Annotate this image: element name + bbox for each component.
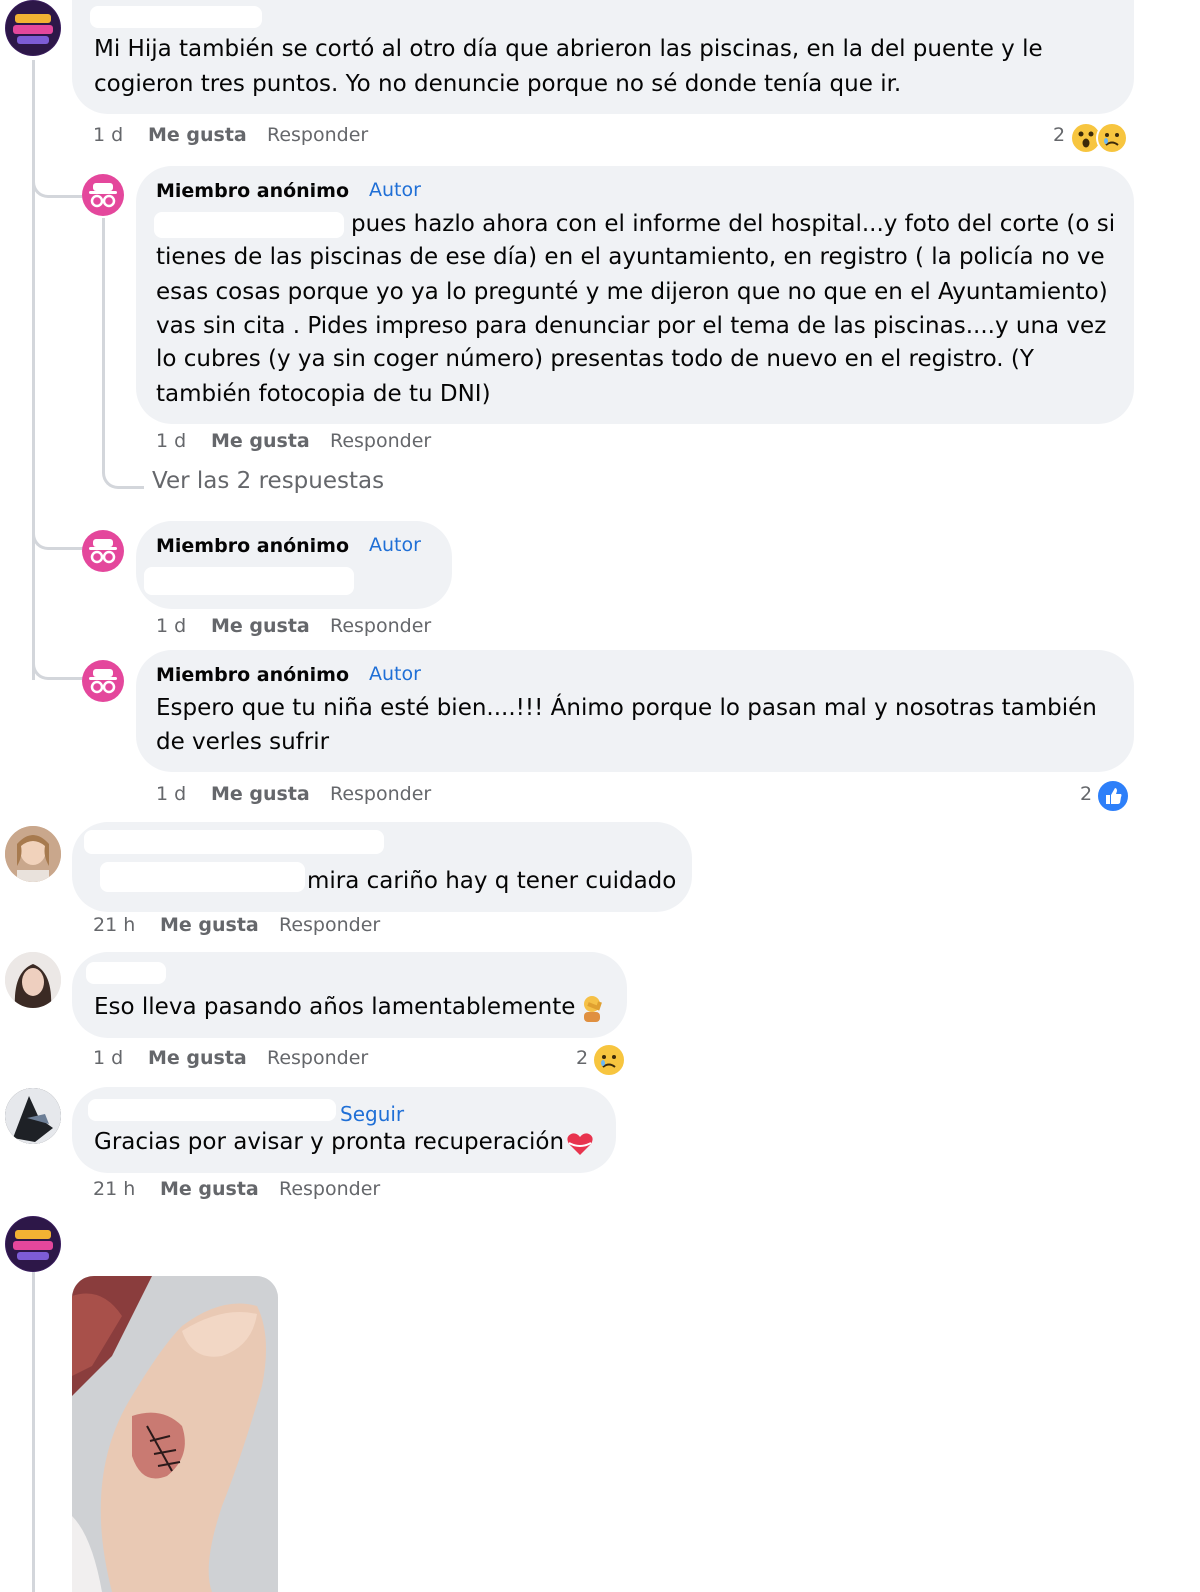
heart-emoji	[566, 1131, 594, 1157]
like-button[interactable]: Me gusta	[211, 430, 310, 452]
group-avatar[interactable]	[5, 1216, 61, 1272]
incognito-icon	[89, 183, 117, 208]
attached-photo[interactable]	[72, 1276, 278, 1592]
reply-text: pues hazlo ahora con el informe del hosp…	[351, 211, 1116, 237]
comment-text: Mi Hija también se cortó al otro día que…	[94, 36, 1043, 62]
thread-line-last	[32, 1272, 35, 1592]
user-avatar[interactable]	[5, 826, 61, 882]
redacted-name	[84, 830, 384, 854]
comment-time[interactable]: 1 d	[156, 615, 186, 637]
reaction-count[interactable]: 2	[1080, 783, 1092, 805]
redacted-name	[88, 1099, 336, 1121]
reply-button[interactable]: Responder	[279, 914, 380, 936]
reply-button[interactable]: Responder	[267, 124, 368, 146]
like-button[interactable]: Me gusta	[211, 783, 310, 805]
comment-time[interactable]: 21 h	[93, 914, 135, 936]
reply-bubble: Miembro anónimo Autor	[136, 521, 452, 609]
comment-text: cogieron tres puntos. Yo no denuncie por…	[94, 71, 902, 97]
author-name[interactable]: Miembro anónimo	[156, 664, 349, 686]
comment-time[interactable]: 1 d	[93, 124, 123, 146]
reply-button[interactable]: Responder	[330, 783, 431, 805]
reply-button[interactable]: Responder	[279, 1178, 380, 1200]
reply-text: también fotocopia de tu DNI)	[156, 381, 491, 407]
comment-time[interactable]: 21 h	[93, 1178, 135, 1200]
user-avatar[interactable]	[5, 952, 61, 1008]
profile-photo-icon	[5, 1088, 61, 1144]
follow-button[interactable]: Seguir	[340, 1102, 404, 1126]
sad-reaction-icon[interactable]	[592, 1043, 626, 1077]
reply-text: tienes de las piscinas de ese día) en el…	[156, 244, 1105, 270]
comment-time[interactable]: 1 d	[156, 783, 186, 805]
reply-bubble: Miembro anónimo Autor Espero que tu niña…	[136, 650, 1134, 772]
anonymous-avatar[interactable]	[82, 530, 124, 572]
author-name[interactable]: Miembro anónimo	[156, 535, 349, 557]
incognito-icon	[89, 539, 117, 564]
like-reaction-icon[interactable]	[1096, 779, 1130, 813]
author-badge: Autor	[369, 663, 421, 685]
redacted-name	[86, 962, 166, 984]
author-badge: Autor	[369, 179, 421, 201]
thread-connector-r1	[32, 170, 84, 198]
thread-line-main	[32, 60, 35, 680]
comment-text: mira cariño hay q tener cuidado	[307, 868, 677, 894]
reply-text: lo cubres (y ya sin coger número) presen…	[156, 346, 1034, 372]
reply-button[interactable]: Responder	[267, 1047, 368, 1069]
sad-reaction-icon[interactable]	[1096, 122, 1128, 154]
like-button[interactable]: Me gusta	[160, 914, 259, 936]
group-avatar[interactable]	[5, 0, 61, 56]
thread-connector-r3	[32, 650, 84, 680]
person-facepalm-emoji	[580, 994, 606, 1022]
comment-text: Gracias por avisar y pronta recuperación	[94, 1129, 565, 1155]
comment-time[interactable]: 1 d	[93, 1047, 123, 1069]
thread-line-r1	[102, 218, 105, 458]
view-replies-link[interactable]: Ver las 2 respuestas	[152, 468, 384, 494]
comment-bubble: Eso lleva pasando años lamentablemente	[72, 952, 627, 1038]
reply-text: de verles sufrir	[156, 729, 330, 755]
thread-connector-r2	[32, 520, 84, 550]
profile-photo-icon	[5, 952, 61, 1008]
reaction-count[interactable]: 2	[576, 1047, 588, 1069]
author-name[interactable]: Miembro anónimo	[156, 180, 349, 202]
like-button[interactable]: Me gusta	[160, 1178, 259, 1200]
anonymous-avatar[interactable]	[82, 660, 124, 702]
user-avatar[interactable]	[5, 1088, 61, 1144]
like-button[interactable]: Me gusta	[148, 1047, 247, 1069]
comment-bubble: mira cariño hay q tener cuidado	[72, 822, 692, 912]
reply-text: esas cosas porque yo ya lo pregunté y me…	[156, 279, 1108, 305]
reply-text: Espero que tu niña esté bien....!!! Ánim…	[156, 695, 1097, 721]
reply-bubble: Miembro anónimo Autor pues hazlo ahora c…	[136, 166, 1134, 424]
like-button[interactable]: Me gusta	[148, 124, 247, 146]
incognito-icon	[89, 669, 117, 694]
injured-foot-photo	[72, 1276, 278, 1592]
comment-time[interactable]: 1 d	[156, 430, 186, 452]
redacted-name	[90, 6, 262, 28]
reply-button[interactable]: Responder	[330, 430, 431, 452]
redacted-content	[144, 567, 354, 595]
comment-bubble: Seguir Gracias por avisar y pronta recup…	[72, 1087, 616, 1173]
reply-button[interactable]: Responder	[330, 615, 431, 637]
profile-photo-icon	[5, 826, 61, 882]
comment-text: Eso lleva pasando años lamentablemente	[94, 994, 576, 1020]
group-logo-icon	[6, 1, 60, 55]
reaction-count[interactable]: 2	[1053, 124, 1065, 146]
thread-connector-view-replies	[102, 455, 144, 489]
anonymous-avatar[interactable]	[82, 174, 124, 216]
author-badge: Autor	[369, 534, 421, 556]
redacted-mention	[154, 212, 344, 238]
like-button[interactable]: Me gusta	[211, 615, 310, 637]
reply-text: vas sin cita . Pides impreso para denunc…	[156, 313, 1107, 339]
redacted-mention	[100, 862, 305, 892]
group-logo-icon	[6, 1217, 60, 1271]
